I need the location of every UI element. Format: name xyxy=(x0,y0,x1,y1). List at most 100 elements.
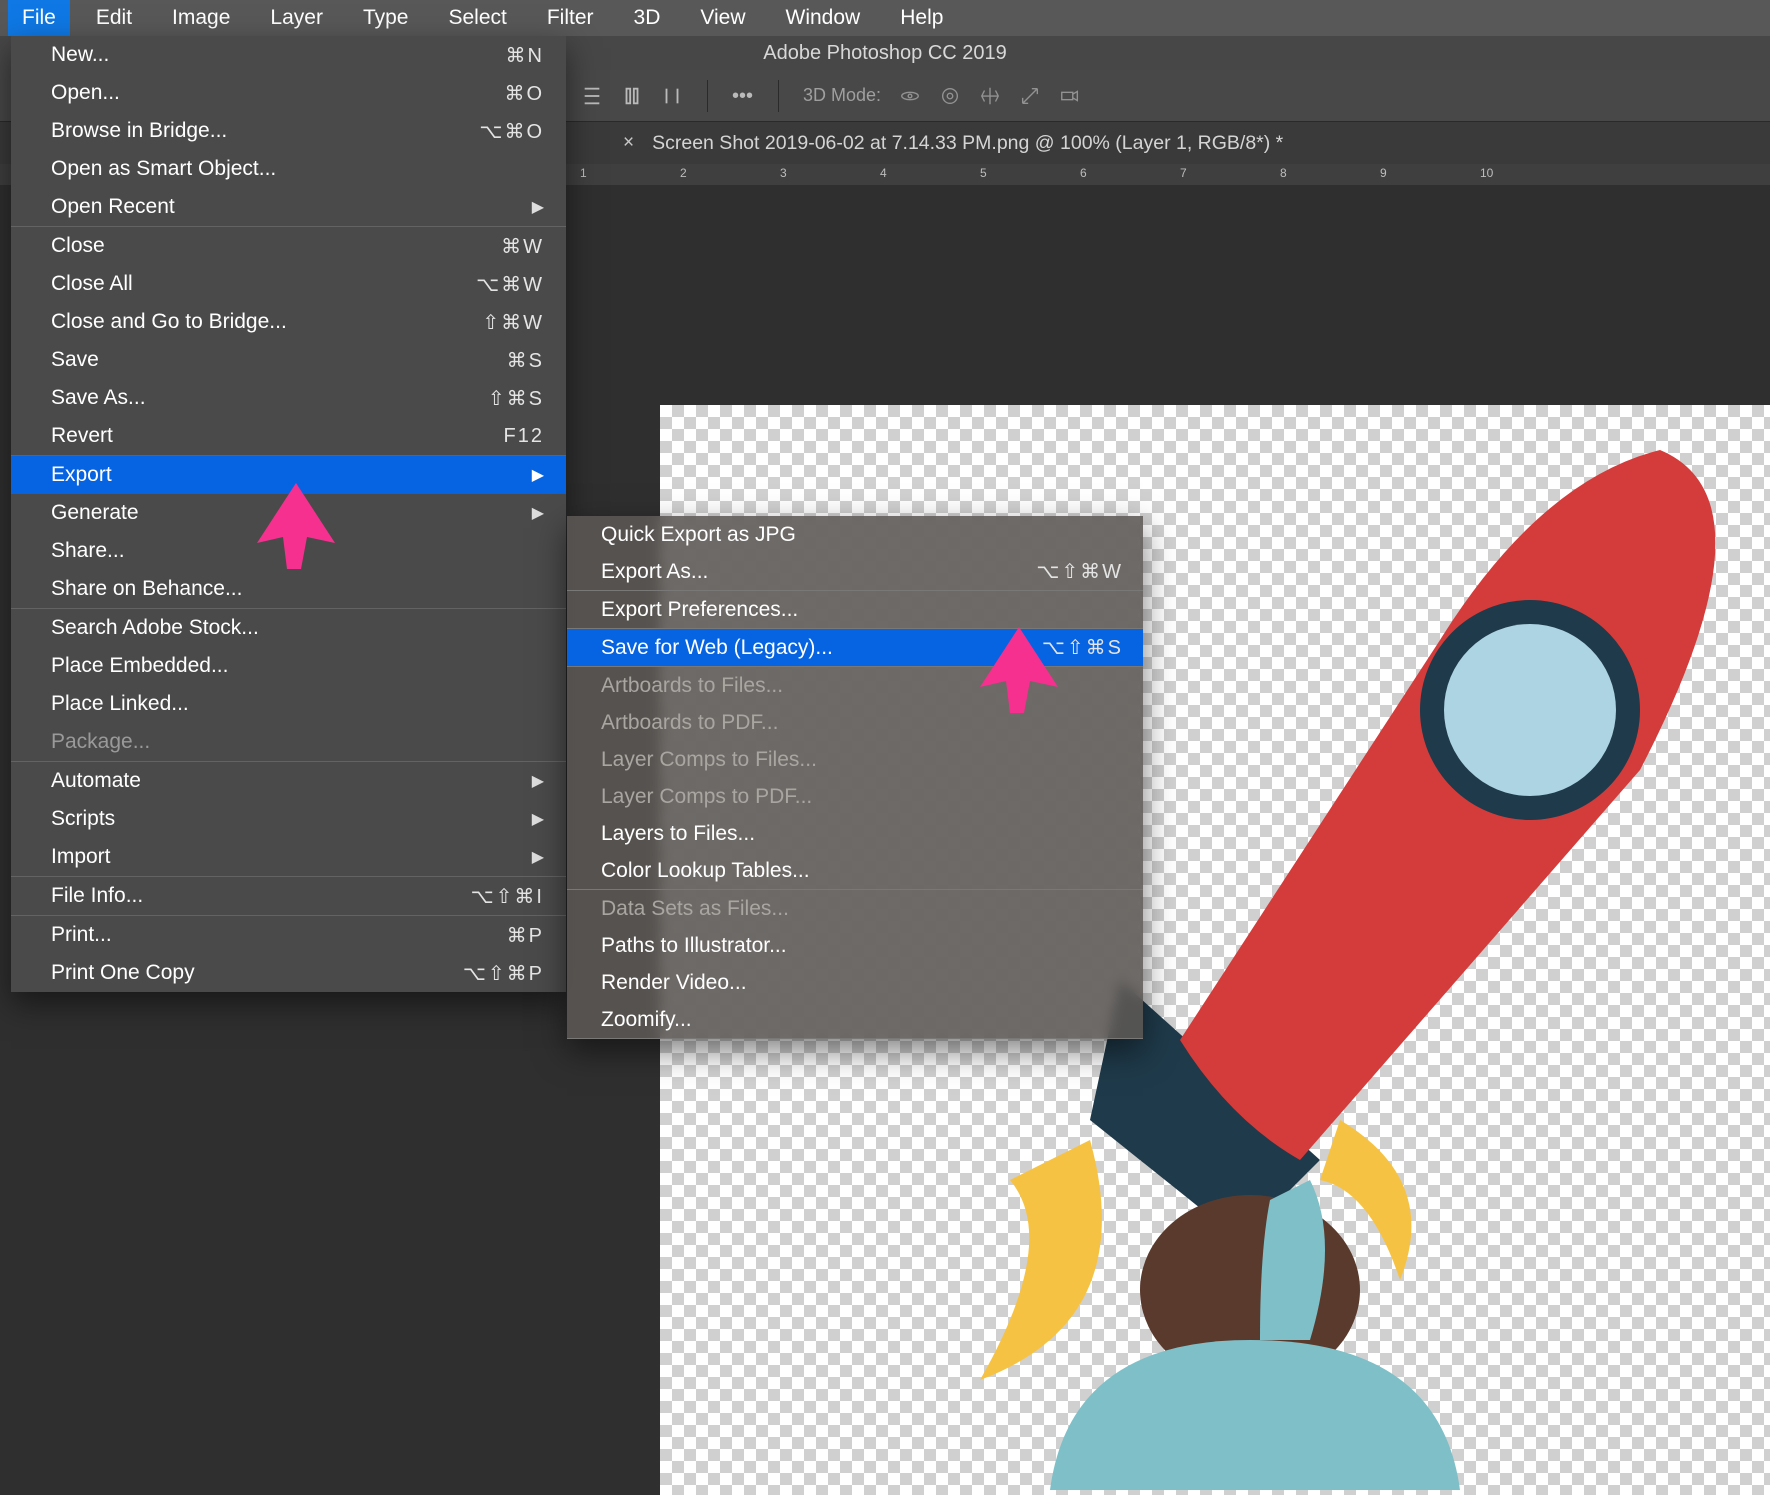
menu-window[interactable]: Window xyxy=(786,6,861,30)
menu-item-label: Save As... xyxy=(51,386,146,410)
menu-layer[interactable]: Layer xyxy=(270,6,323,30)
menu-item-label: Export Preferences... xyxy=(601,598,798,622)
menu-item-label: Revert xyxy=(51,424,113,448)
menu-item-label: Quick Export as JPG xyxy=(601,523,796,547)
camera-3d-icon[interactable] xyxy=(1059,85,1081,107)
file-menu-item[interactable]: Automate ▶ xyxy=(11,762,566,800)
menu-item-label: Artboards to Files... xyxy=(601,674,783,698)
file-menu-item[interactable]: Share on Behance... xyxy=(11,570,566,608)
menu-item-label: Place Embedded... xyxy=(51,654,228,678)
menu-shortcut: ⌥⌘W xyxy=(476,272,544,297)
menu-file[interactable]: File xyxy=(8,0,70,36)
file-menu-item[interactable]: RevertF12 xyxy=(11,417,566,455)
file-menu-item[interactable]: Open Recent ▶ xyxy=(11,188,566,226)
ruler-tick: 9 xyxy=(1380,166,1387,180)
file-menu-item: Package... xyxy=(11,723,566,761)
export-submenu-item: Data Sets as Files... xyxy=(567,890,1143,927)
file-menu-item[interactable]: Close⌘W xyxy=(11,227,566,265)
ruler-tick: 5 xyxy=(980,166,987,180)
menu-shortcut: ⌘P xyxy=(507,923,544,948)
menu-item-label: File Info... xyxy=(51,884,143,908)
menu-item-label: Share... xyxy=(51,539,125,563)
file-menu-item[interactable]: Scripts▶ xyxy=(11,800,566,838)
export-submenu: Quick Export as JPG Export As...⌥⇧⌘W Expor… xyxy=(567,516,1143,1039)
app-title: Adobe Photoshop CC 2019 xyxy=(763,42,1007,64)
export-submenu-item: Layer Comps to Files... xyxy=(567,741,1143,778)
menu-edit[interactable]: Edit xyxy=(96,6,132,30)
export-submenu-item[interactable]: Render Video... xyxy=(567,964,1143,1001)
eye-3d-icon[interactable] xyxy=(939,85,961,107)
menu-item-label: Scripts xyxy=(51,807,115,831)
distribute-center-icon[interactable] xyxy=(621,85,643,107)
menu-shortcut: ⌘O xyxy=(504,81,544,106)
submenu-arrow-icon: ▶ xyxy=(532,503,544,523)
more-icon[interactable]: ••• xyxy=(732,85,754,107)
menu-help[interactable]: Help xyxy=(900,6,943,30)
export-submenu-item[interactable]: Color Lookup Tables... xyxy=(567,852,1143,889)
menu-filter[interactable]: Filter xyxy=(547,6,594,30)
menu-type[interactable]: Type xyxy=(363,6,409,30)
menu-item-label: Search Adobe Stock... xyxy=(51,616,259,640)
menu-item-label: Package... xyxy=(51,730,150,754)
ruler-tick: 10 xyxy=(1480,166,1493,180)
file-menu-item[interactable]: Open as Smart Object... xyxy=(11,150,566,188)
file-menu-item[interactable]: Close All ⌥⌘W xyxy=(11,265,566,303)
ruler-tick: 1 xyxy=(580,166,587,180)
ruler-tick: 6 xyxy=(1080,166,1087,180)
submenu-arrow-icon: ▶ xyxy=(532,197,544,217)
scale-3d-icon[interactable] xyxy=(1019,85,1041,107)
menu-item-label: Save for Web (Legacy)... xyxy=(601,636,833,660)
menu-image[interactable]: Image xyxy=(172,6,230,30)
file-menu-item[interactable]: Save⌘S xyxy=(11,341,566,379)
distribute-vertical-icon[interactable] xyxy=(581,85,603,107)
file-menu-item[interactable]: Save As...⇧⌘S xyxy=(11,379,566,417)
menu-select[interactable]: Select xyxy=(448,6,506,30)
export-submenu-item[interactable]: Quick Export as JPG xyxy=(567,516,1143,553)
menu-item-label: Close and Go to Bridge... xyxy=(51,310,287,334)
menu-item-label: Open Recent xyxy=(51,195,175,219)
export-submenu-item[interactable]: Paths to Illustrator... xyxy=(567,927,1143,964)
file-menu-item[interactable]: Browse in Bridge...⌥⌘O xyxy=(11,112,566,150)
file-menu-item[interactable]: Import ▶ xyxy=(11,838,566,876)
menu-item-label: Layer Comps to PDF... xyxy=(601,785,812,809)
file-menu-item[interactable]: Print... ⌘P xyxy=(11,916,566,954)
tab-close-icon[interactable]: × xyxy=(623,132,634,154)
menu-item-label: Paths to Illustrator... xyxy=(601,934,787,958)
menu-item-label: Layers to Files... xyxy=(601,822,755,846)
move-3d-icon[interactable] xyxy=(979,85,1001,107)
file-menu-item[interactable]: Search Adobe Stock... xyxy=(11,609,566,647)
menu-shortcut: ⌥⇧⌘W xyxy=(1036,559,1123,584)
menu-item-label: Automate xyxy=(51,769,141,793)
file-menu-item[interactable]: New...⌘N xyxy=(11,36,566,74)
submenu-arrow-icon: ▶ xyxy=(532,465,544,485)
distribute-space-icon[interactable] xyxy=(661,85,683,107)
file-menu-item[interactable]: Place Linked... xyxy=(11,685,566,723)
menu-3d[interactable]: 3D xyxy=(634,6,661,30)
orbit-3d-icon[interactable] xyxy=(899,85,921,107)
file-menu-item[interactable]: Place Embedded... xyxy=(11,647,566,685)
export-submenu-item[interactable]: Layers to Files... xyxy=(567,815,1143,852)
file-menu-item[interactable]: Open...⌘O xyxy=(11,74,566,112)
file-menu-item[interactable]: File Info... ⌥⇧⌘I xyxy=(11,877,566,915)
ruler-tick: 3 xyxy=(780,166,787,180)
ruler-tick: 7 xyxy=(1180,166,1187,180)
file-menu-item[interactable]: Close and Go to Bridge... ⇧⌘W xyxy=(11,303,566,341)
export-submenu-item[interactable]: Zoomify... xyxy=(567,1001,1143,1038)
menu-item-label: New... xyxy=(51,43,109,67)
menu-item-label: Close All xyxy=(51,272,133,296)
menu-item-label: Export xyxy=(51,463,112,487)
submenu-arrow-icon: ▶ xyxy=(532,771,544,791)
menu-view[interactable]: View xyxy=(700,6,745,30)
menu-item-label: Place Linked... xyxy=(51,692,189,716)
menu-shortcut: ⌥⇧⌘P xyxy=(463,961,544,986)
menu-item-label: Import xyxy=(51,845,111,869)
menu-shortcut: ⌥⇧⌘I xyxy=(471,884,544,909)
menu-item-label: Print... xyxy=(51,923,112,947)
menu-shortcut: ⇧⌘W xyxy=(482,310,544,335)
file-menu-item[interactable]: Print One Copy⌥⇧⌘P xyxy=(11,954,566,992)
export-submenu-item[interactable]: Export Preferences... xyxy=(567,591,1143,628)
export-submenu-item[interactable]: Export As...⌥⇧⌘W xyxy=(567,553,1143,590)
submenu-arrow-icon: ▶ xyxy=(532,847,544,867)
menu-shortcut: ⌘S xyxy=(507,348,544,373)
tab-title[interactable]: Screen Shot 2019-06-02 at 7.14.33 PM.png… xyxy=(652,132,1283,155)
